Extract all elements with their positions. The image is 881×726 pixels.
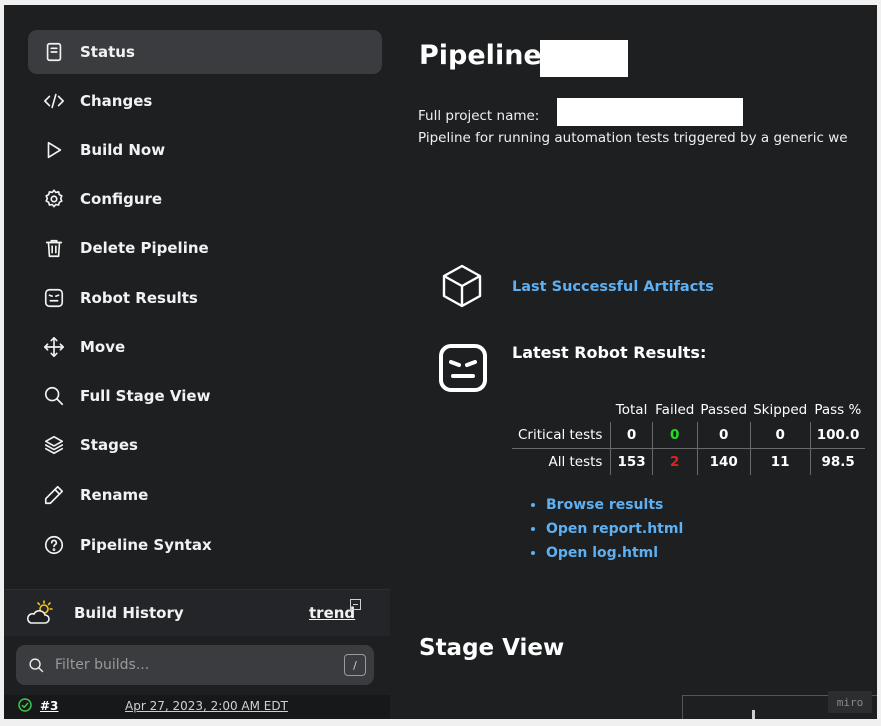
full-project-name-label: Full project name: [418, 108, 540, 124]
build-history-header: Build History trend [4, 590, 390, 636]
stage-view-title: Stage View [419, 635, 565, 661]
trash-icon [42, 236, 66, 260]
table-row: All tests 153 2 140 11 98.5 [512, 448, 866, 475]
sidebar-item-rename[interactable]: Rename [28, 473, 382, 517]
passed-cell: 0 [696, 422, 751, 449]
project-description: Pipeline for running automation tests tr… [418, 130, 848, 146]
sidebar-item-configure[interactable]: Configure [28, 177, 382, 221]
sidebar-item-full-stage-view[interactable]: Full Stage View [28, 374, 382, 418]
main-content: Pipeline Full project name: Pipeline for… [390, 5, 877, 719]
pass-pct-cell: 100.0 [809, 422, 866, 449]
failed-cell: 0 [651, 422, 698, 449]
column-header: Skipped [753, 402, 808, 418]
column-header: Total [615, 402, 648, 418]
passed-cell: 140 [696, 448, 751, 475]
list-item: Open log.html [546, 541, 683, 565]
header-spacer [512, 398, 611, 422]
sidebar-item-label: Move [80, 338, 126, 356]
row-label: All tests [548, 454, 603, 470]
list-item: Open report.html [546, 517, 683, 541]
pass-pct-cell: 98.5 [809, 448, 866, 475]
total-cell: 0 [610, 422, 653, 449]
miro-watermark: miro [828, 691, 872, 713]
redacted-block [557, 98, 743, 126]
filter-builds: / [16, 645, 374, 685]
build-number-link[interactable]: #3 [40, 699, 58, 713]
sidebar-item-label: Full Stage View [80, 387, 211, 405]
play-icon [42, 138, 66, 162]
sidebar-item-label: Status [80, 43, 135, 61]
sidebar-item-label: Rename [80, 486, 149, 504]
failed-cell: 2 [651, 448, 698, 475]
sidebar-item-label: Changes [80, 92, 153, 110]
sidebar-item-status[interactable]: Status [28, 30, 382, 74]
sidebar: Status Changes Build Now Configure Delet… [4, 5, 390, 719]
filter-builds-input[interactable] [53, 656, 344, 674]
search-icon [42, 384, 66, 408]
move-icon [42, 335, 66, 359]
sidebar-item-label: Build Now [80, 141, 166, 159]
sidebar-item-stages[interactable]: Stages [28, 423, 382, 467]
jenkins-window: Status Changes Build Now Configure Delet… [4, 5, 877, 719]
keyboard-shortcut-hint: / [344, 654, 366, 676]
sidebar-item-robot-results[interactable]: Robot Results [28, 276, 382, 320]
table-row: Critical tests 0 0 0 0 100.0 [512, 422, 866, 449]
build-date-link[interactable]: Apr 27, 2023, 2:00 AM EDT [125, 699, 288, 713]
page-title: Pipeline [419, 40, 542, 71]
code-icon [42, 89, 66, 113]
stage-marker [752, 710, 755, 719]
help-icon [42, 533, 66, 557]
document-icon [42, 40, 66, 64]
list-item: Browse results [546, 493, 683, 517]
robot-results-title: Latest Robot Results: [512, 343, 707, 362]
weather-cloud-sun-icon [27, 600, 53, 624]
pencil-icon [42, 483, 66, 507]
robot-icon [439, 344, 487, 392]
column-header: Passed [700, 402, 748, 418]
build-row[interactable]: #3 Apr 27, 2023, 2:00 AM EDT [4, 695, 390, 719]
open-log-link[interactable]: Open log.html [546, 545, 658, 561]
sidebar-item-label: Delete Pipeline [80, 239, 209, 257]
gear-icon [42, 187, 66, 211]
skipped-cell: 11 [749, 448, 811, 475]
sidebar-item-pipeline-syntax[interactable]: Pipeline Syntax [28, 523, 382, 567]
open-report-link[interactable]: Open report.html [546, 521, 683, 537]
column-header: Failed [655, 402, 695, 418]
sidebar-item-changes[interactable]: Changes [28, 79, 382, 123]
skipped-cell: 0 [749, 422, 811, 449]
robot-links-list: Browse results Open report.html Open log… [532, 493, 683, 565]
column-header: Pass % [814, 402, 862, 418]
search-icon [29, 657, 44, 672]
sidebar-item-label: Robot Results [80, 289, 198, 307]
build-history-title: Build History [74, 604, 184, 622]
row-label: Critical tests [512, 422, 611, 449]
sidebar-item-label: Stages [80, 436, 138, 454]
total-cell: 153 [610, 448, 653, 475]
sidebar-item-delete-pipeline[interactable]: Delete Pipeline [28, 226, 382, 270]
sidebar-item-move[interactable]: Move [28, 325, 382, 369]
redacted-block [540, 40, 628, 77]
last-successful-artifacts-link[interactable]: Last Successful Artifacts [512, 279, 714, 295]
sidebar-item-build-now[interactable]: Build Now [28, 128, 382, 172]
trend-link[interactable]: trend [309, 604, 355, 622]
table-header-row: Total Failed Passed Skipped Pass % [512, 398, 865, 422]
browse-results-link[interactable]: Browse results [546, 497, 663, 513]
collapse-toggle[interactable] [350, 599, 361, 610]
layers-icon [42, 433, 66, 457]
sidebar-item-label: Pipeline Syntax [80, 536, 212, 554]
package-box-icon [442, 264, 482, 308]
robot-results-table: Total Failed Passed Skipped Pass % Criti… [512, 398, 866, 475]
sidebar-item-label: Configure [80, 190, 163, 208]
success-check-icon [18, 698, 32, 712]
robot-icon [42, 286, 66, 310]
